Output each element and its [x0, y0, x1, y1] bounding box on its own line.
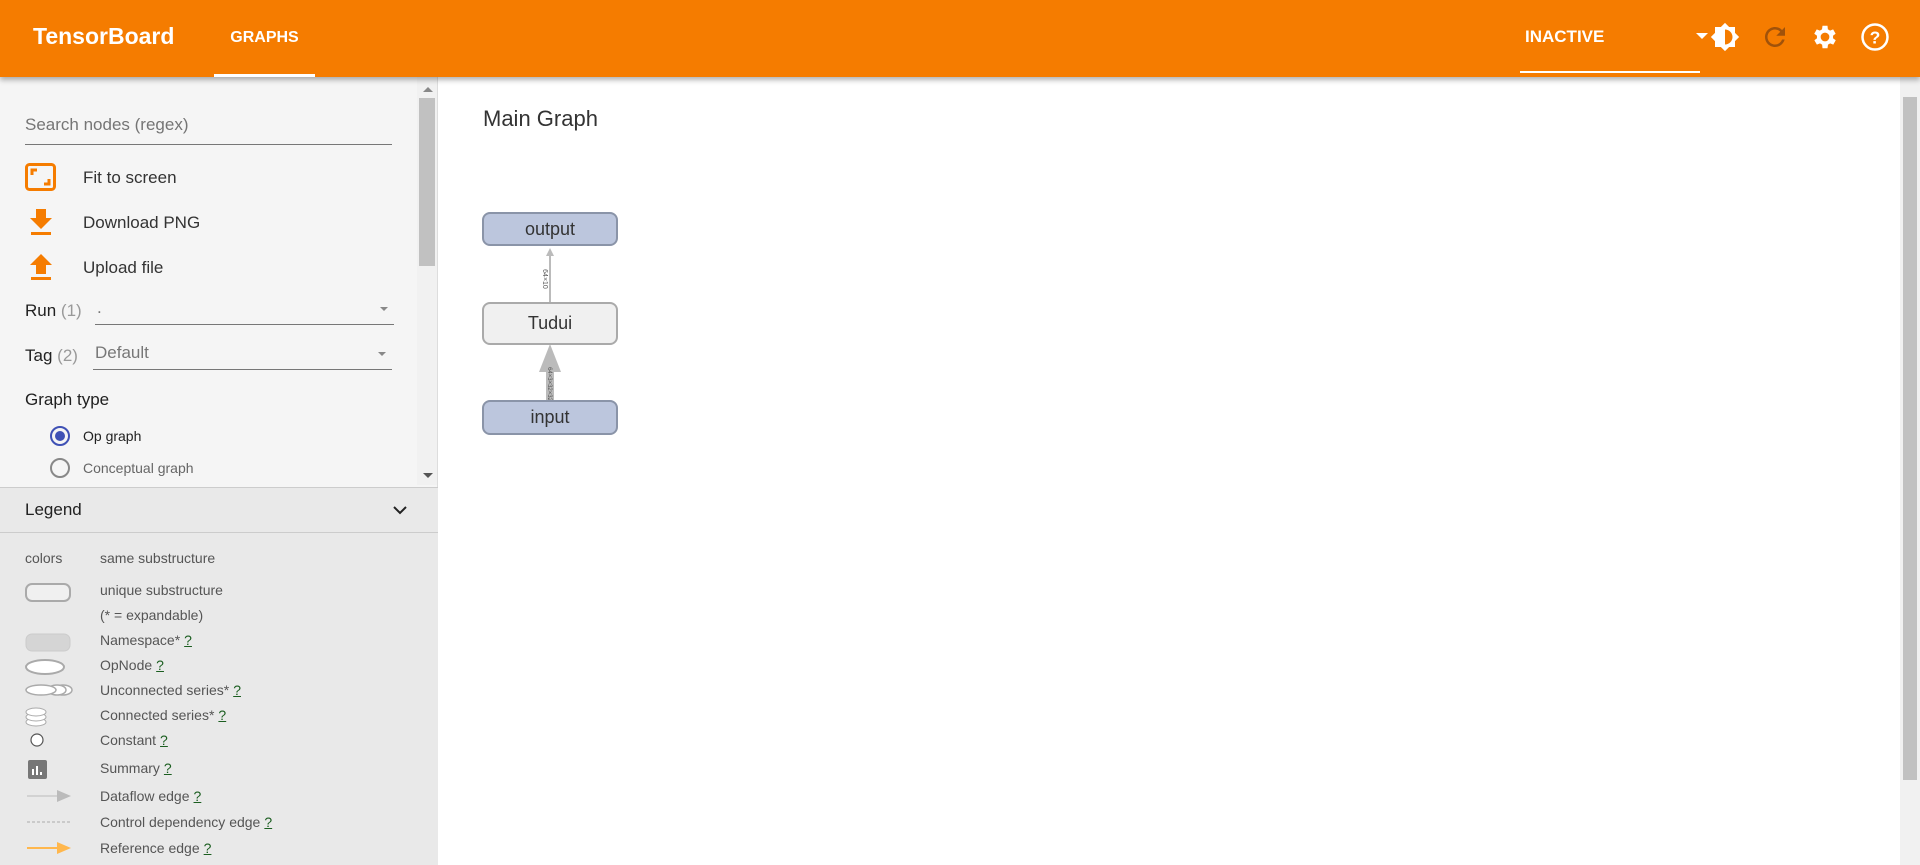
- tag-select[interactable]: Default: [93, 340, 392, 370]
- legend-text: unique substructure: [100, 582, 223, 598]
- graph-node-input[interactable]: input: [482, 400, 618, 435]
- help-link[interactable]: ?: [194, 788, 202, 804]
- legend-row: Connected series*?: [0, 707, 438, 729]
- graph-type-label: Graph type: [25, 390, 110, 409]
- legend-text: (* = expandable): [100, 607, 204, 623]
- scroll-down-icon[interactable]: [422, 472, 434, 480]
- legend-row: Constant?: [0, 732, 438, 754]
- fit-to-screen-button[interactable]: Fit to screen: [25, 163, 325, 193]
- action-label: Fit to screen: [83, 168, 177, 187]
- help-link[interactable]: ?: [164, 760, 172, 776]
- run-label-text: Run: [25, 301, 57, 320]
- top-bar: TensorBoard GRAPHS INACTIVE ?: [0, 0, 1920, 77]
- legend-body: colors same substructure unique substruct…: [0, 533, 438, 865]
- dataflow-edge-icon: [27, 790, 71, 802]
- search-nodes-input[interactable]: Search nodes (regex): [25, 110, 392, 145]
- legend-key: colors: [25, 550, 63, 566]
- sidebar: Search nodes (regex) Fit to screen Downl…: [0, 77, 438, 865]
- edge-label: 64×3×32×32: [546, 367, 552, 402]
- main-scrollbar[interactable]: [1900, 77, 1920, 865]
- brightness-icon[interactable]: [1710, 22, 1740, 52]
- svg-text:?: ?: [1870, 27, 1881, 47]
- summary-icon: [28, 760, 47, 779]
- legend-row: Summary?: [0, 760, 438, 782]
- legend-text: Namespace*: [100, 632, 181, 648]
- graph-node-tudui[interactable]: Tudui: [482, 302, 618, 345]
- legend-text: Unconnected series*: [100, 682, 230, 698]
- legend-row: Control dependency edge?: [0, 814, 438, 836]
- run-label: Run (1): [25, 301, 82, 321]
- radio-checked-icon: [50, 426, 70, 446]
- graph-node-output[interactable]: output: [482, 212, 618, 246]
- action-label: Upload file: [83, 258, 164, 277]
- sidebar-scrollbar[interactable]: [417, 77, 437, 485]
- legend-text: Dataflow edge: [100, 788, 190, 804]
- radio-label: Conceptual graph: [83, 460, 194, 476]
- refresh-icon[interactable]: [1760, 22, 1790, 52]
- legend-text: Reference edge: [100, 840, 200, 856]
- tag-count: (2): [57, 346, 78, 365]
- legend-row: unique substructure: [0, 582, 438, 604]
- chevron-down-icon[interactable]: [393, 505, 407, 515]
- legend-row: Unconnected series*?: [0, 682, 438, 704]
- tag-value: Default: [95, 343, 149, 362]
- edge-label: 64×10: [541, 269, 548, 289]
- help-link[interactable]: ?: [156, 657, 164, 673]
- run-status: INACTIVE: [1525, 27, 1605, 46]
- dropdown-caret-icon: [378, 352, 386, 356]
- legend-title: Legend: [25, 500, 82, 519]
- radio-unchecked-icon: [50, 458, 70, 478]
- fit-screen-icon: [25, 163, 56, 191]
- constant-icon: [30, 733, 44, 747]
- legend-row: Dataflow edge?: [0, 788, 438, 810]
- legend-text: Control dependency edge: [100, 814, 261, 830]
- legend-row: Namespace*?: [0, 632, 438, 654]
- legend-row: OpNode?: [0, 657, 438, 679]
- scrollbar-thumb[interactable]: [419, 98, 435, 266]
- tab-graphs[interactable]: GRAPHS: [214, 0, 315, 77]
- legend-header[interactable]: Legend: [0, 487, 438, 533]
- action-label: Download PNG: [83, 213, 201, 232]
- run-select[interactable]: .: [95, 295, 394, 325]
- help-link[interactable]: ?: [184, 632, 192, 648]
- namespace-icon: [25, 633, 71, 652]
- legend-row: colors same substructure: [0, 550, 438, 572]
- legend-row: (* = expandable): [0, 607, 438, 629]
- control-dependency-edge-icon: [27, 821, 71, 823]
- graph-title: Main Graph: [483, 106, 598, 131]
- upload-icon: [30, 254, 52, 280]
- scroll-up-icon[interactable]: [422, 85, 434, 93]
- help-link[interactable]: ?: [160, 732, 168, 748]
- download-png-button[interactable]: Download PNG: [25, 208, 325, 238]
- legend-text: same substructure: [100, 550, 216, 566]
- help-icon[interactable]: ?: [1860, 22, 1890, 52]
- legend-text: Summary: [100, 760, 160, 776]
- run-value: .: [97, 298, 102, 317]
- legend-text: OpNode: [100, 657, 153, 673]
- app-title: TensorBoard: [33, 23, 175, 49]
- connected-series-icon: [25, 707, 47, 727]
- settings-icon[interactable]: [1810, 22, 1840, 52]
- opnode-icon: [25, 659, 65, 675]
- legend-text: Connected series*: [100, 707, 215, 723]
- help-link[interactable]: ?: [264, 814, 272, 830]
- download-icon: [30, 209, 52, 235]
- tag-label: Tag (2): [25, 346, 78, 366]
- help-link[interactable]: ?: [204, 840, 212, 856]
- reference-edge-icon: [27, 842, 71, 854]
- dropdown-caret-icon: [1696, 33, 1708, 39]
- legend-row: Reference edge?: [0, 840, 438, 862]
- radio-label: Op graph: [83, 428, 142, 444]
- tag-label-text: Tag: [25, 346, 53, 365]
- help-link[interactable]: ?: [218, 707, 226, 723]
- scrollbar-thumb[interactable]: [1903, 97, 1917, 780]
- upload-file-button[interactable]: Upload file: [25, 253, 325, 283]
- unique-substructure-icon: [25, 583, 71, 602]
- run-status-dropdown[interactable]: INACTIVE: [1520, 0, 1708, 73]
- run-count: (1): [60, 301, 82, 320]
- help-link[interactable]: ?: [233, 682, 241, 698]
- dropdown-caret-icon: [380, 307, 388, 311]
- legend-text: Constant: [100, 732, 157, 748]
- unconnected-series-icon: [25, 684, 73, 696]
